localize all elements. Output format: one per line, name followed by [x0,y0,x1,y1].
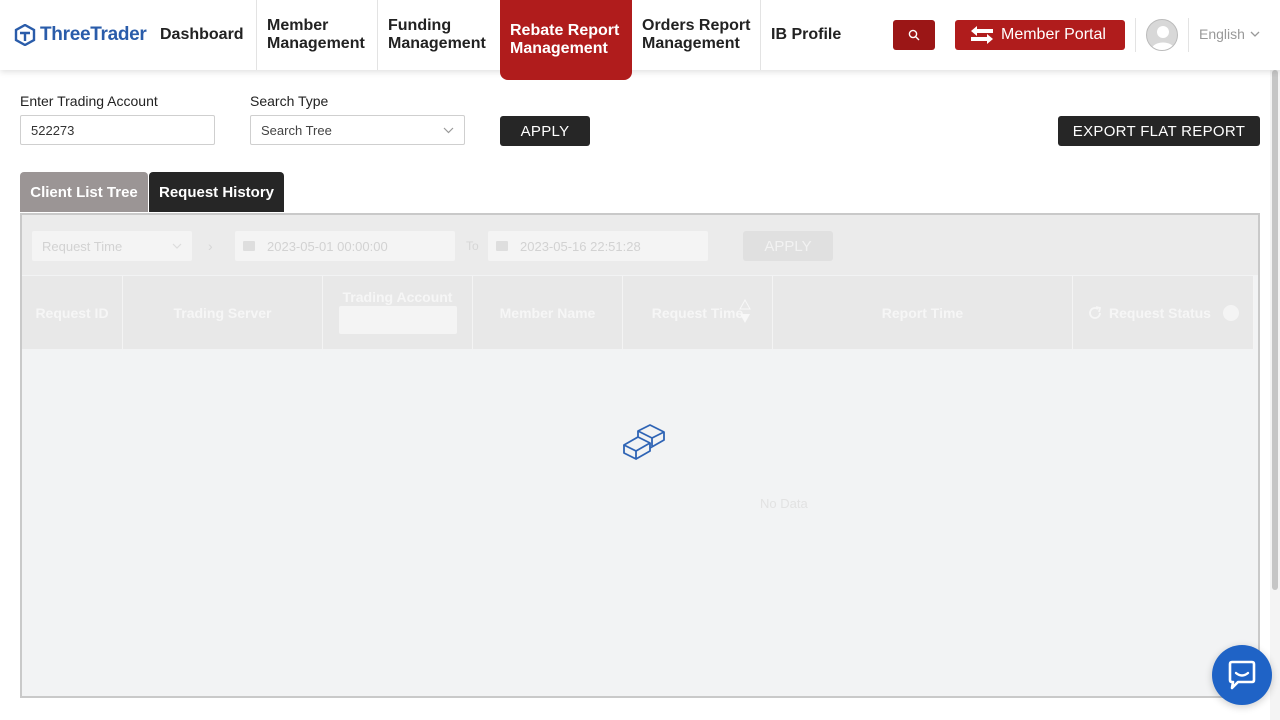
chat-bubble-icon [1228,660,1256,690]
nav-dashboard-label: Dashboard [160,26,244,43]
chevron-right-icon: › [208,238,213,254]
search-button[interactable] [893,20,935,50]
calendar-icon [496,241,508,251]
user-icon [1151,26,1175,50]
col-trading-account-label: Trading Account [342,289,453,305]
history-apply-button[interactable]: APPLY [743,231,833,261]
time-filter-value: Request Time [42,238,123,254]
nav-ib-profile-label: IB Profile [771,26,842,43]
header-divider-2 [1188,18,1189,52]
page-scrollbar[interactable] [1270,70,1280,720]
top-header: ThreeTrader Dashboard Member Management … [0,0,1280,80]
search-type-select[interactable]: Search Tree [250,115,465,145]
col-request-status[interactable]: Request Status [1073,276,1254,349]
tab-client-list-tree[interactable]: Client List Tree [20,172,148,212]
col-trading-server[interactable]: Trading Server [123,276,323,349]
language-label: English [1199,26,1245,42]
chevron-down-icon [172,243,182,249]
nav-rebate-report-management-label: Rebate Report Management [510,22,620,57]
search-type-value: Search Tree [261,122,332,138]
sort-icon[interactable] [739,299,751,325]
nav-orders-report-management-label: Orders Report Management [642,17,751,52]
nav-member-management[interactable]: Member Management [256,0,378,70]
nav-orders-report-management[interactable]: Orders Report Management [642,0,761,70]
date-to-input[interactable]: 2023-05-16 22:51:28 [488,231,708,261]
search-type-label: Search Type [250,93,329,109]
export-flat-report-button[interactable]: EXPORT FLAT REPORT [1058,116,1260,146]
history-filter-row: Request Time › 2023-05-01 00:00:00 To 20… [22,215,1258,275]
empty-box-icon [623,424,665,460]
brand-logo[interactable]: ThreeTrader [14,22,147,48]
history-table-header: Request ID Trading Server Trading Accoun… [22,276,1254,349]
trading-account-filter-input[interactable] [339,306,457,334]
trading-account-label: Enter Trading Account [20,93,158,109]
search-icon [908,29,920,41]
nav-dashboard[interactable]: Dashboard [160,0,244,70]
col-request-time-label: Request Time [651,304,744,321]
col-trading-account[interactable]: Trading Account [323,276,473,349]
no-data-text: No Data [760,496,808,511]
time-filter-select[interactable]: Request Time [32,231,192,261]
date-from-value: 2023-05-01 00:00:00 [267,238,388,254]
col-request-status-label: Request Status [1109,304,1211,321]
tab-request-history[interactable]: Request History [149,172,284,212]
date-to-value: 2023-05-16 22:51:28 [520,238,641,254]
col-request-time[interactable]: Request Time [623,276,773,349]
calendar-icon [243,241,255,251]
nav-rebate-report-management[interactable]: Rebate Report Management [500,0,632,80]
nav-ib-profile[interactable]: IB Profile [771,0,841,70]
info-icon[interactable] [1222,304,1239,321]
member-portal-button[interactable]: Member Portal [955,20,1125,50]
scrollbar-thumb[interactable] [1272,70,1278,590]
user-avatar[interactable] [1146,19,1178,51]
nav-member-management-label: Member Management [267,17,365,52]
trading-account-input[interactable]: 522273 [20,115,215,145]
col-report-time[interactable]: Report Time [773,276,1073,349]
header-divider [1135,18,1136,52]
chevron-down-icon [1250,31,1260,37]
date-from-input[interactable]: 2023-05-01 00:00:00 [235,231,455,261]
chevron-down-icon [443,127,454,133]
col-member-name[interactable]: Member Name [473,276,623,349]
logo-mark-icon [14,24,36,46]
nav-funding-management-label: Funding Management [388,17,486,52]
member-portal-label: Member Portal [1001,26,1106,43]
language-selector[interactable]: English [1199,26,1260,42]
nav-funding-management[interactable]: Funding Management [388,0,500,70]
apply-button[interactable]: APPLY [500,116,590,146]
swap-arrows-icon [971,26,993,44]
refresh-icon[interactable] [1087,305,1103,321]
to-label: To [466,239,479,253]
col-request-id[interactable]: Request ID [22,276,123,349]
brand-name: ThreeTrader [40,24,147,45]
chat-support-button[interactable] [1212,645,1272,705]
request-history-panel: Request Time › 2023-05-01 00:00:00 To 20… [20,213,1260,698]
